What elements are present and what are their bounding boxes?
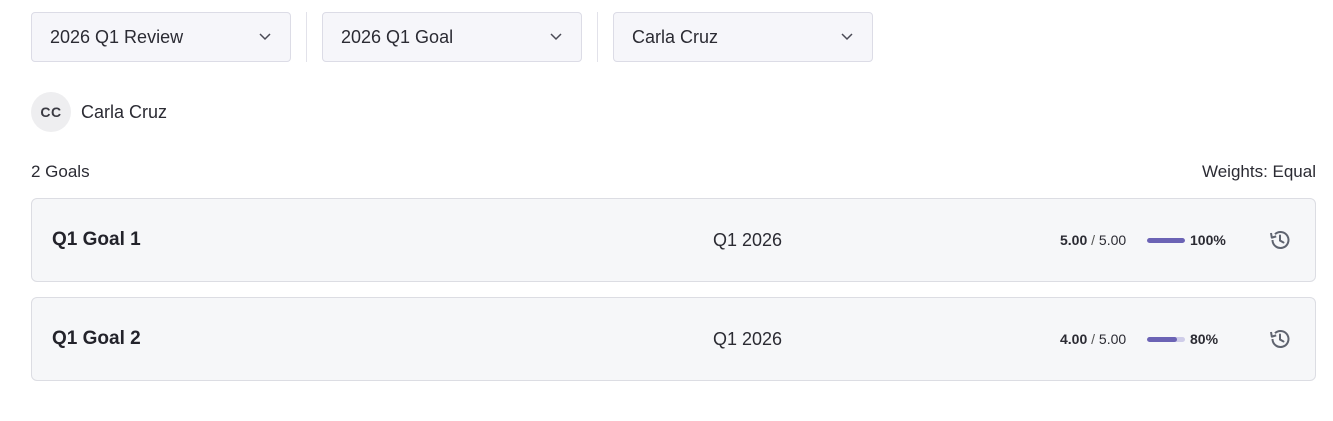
progress-fill — [1147, 337, 1178, 342]
employee-header: CC Carla Cruz — [31, 92, 167, 132]
progress-bar — [1147, 337, 1185, 342]
history-icon[interactable] — [1267, 227, 1293, 253]
progress-fill — [1147, 238, 1185, 243]
goal-card[interactable]: Q1 Goal 1 Q1 2026 5.00 / 5.00 100% — [31, 198, 1316, 282]
employee-value: Carla Cruz — [632, 26, 719, 47]
score-earned: 4.00 — [1060, 331, 1088, 347]
goal-title: Q1 Goal 2 — [52, 328, 141, 349]
goals-summary: 2 Goals Weights: Equal — [31, 162, 1316, 182]
score-max: 5.00 — [1098, 331, 1127, 347]
avatar: CC — [31, 92, 71, 132]
goals-count: 2 Goals — [31, 162, 90, 181]
goal-score: 5.00 / 5.00 — [1060, 232, 1126, 248]
score-earned: 5.00 — [1060, 232, 1088, 248]
goal-plan-select[interactable]: 2026 Q1 Goal — [322, 12, 582, 62]
employee-select[interactable]: Carla Cruz — [613, 12, 873, 62]
filter-divider — [597, 12, 598, 62]
goal-plan-value: 2026 Q1 Goal — [341, 26, 454, 47]
score-separator: / — [1091, 232, 1096, 248]
filter-bar: 2026 Q1 Review 2026 Q1 Goal Carla Cruz — [31, 12, 873, 62]
weights-label: Weights: Equal — [1201, 162, 1316, 181]
goal-period: Q1 2026 — [713, 230, 783, 250]
goal-card[interactable]: Q1 Goal 2 Q1 2026 4.00 / 5.00 80% — [31, 297, 1316, 381]
chevron-down-icon — [840, 30, 854, 44]
employee-name: Carla Cruz — [81, 101, 168, 122]
progress-percent: 100% — [1190, 232, 1226, 248]
score-max: 5.00 — [1098, 232, 1127, 248]
score-separator: / — [1091, 331, 1096, 347]
goal-score: 4.00 / 5.00 — [1060, 331, 1126, 347]
progress-bar — [1147, 238, 1185, 243]
progress-percent: 80% — [1190, 331, 1219, 347]
chevron-down-icon — [258, 30, 272, 44]
goal-period: Q1 2026 — [713, 329, 783, 349]
chevron-down-icon — [549, 30, 563, 44]
goal-title: Q1 Goal 1 — [52, 229, 141, 250]
review-cycle-value: 2026 Q1 Review — [50, 26, 184, 47]
review-cycle-select[interactable]: 2026 Q1 Review — [31, 12, 291, 62]
history-icon[interactable] — [1267, 326, 1293, 352]
filter-divider — [306, 12, 307, 62]
